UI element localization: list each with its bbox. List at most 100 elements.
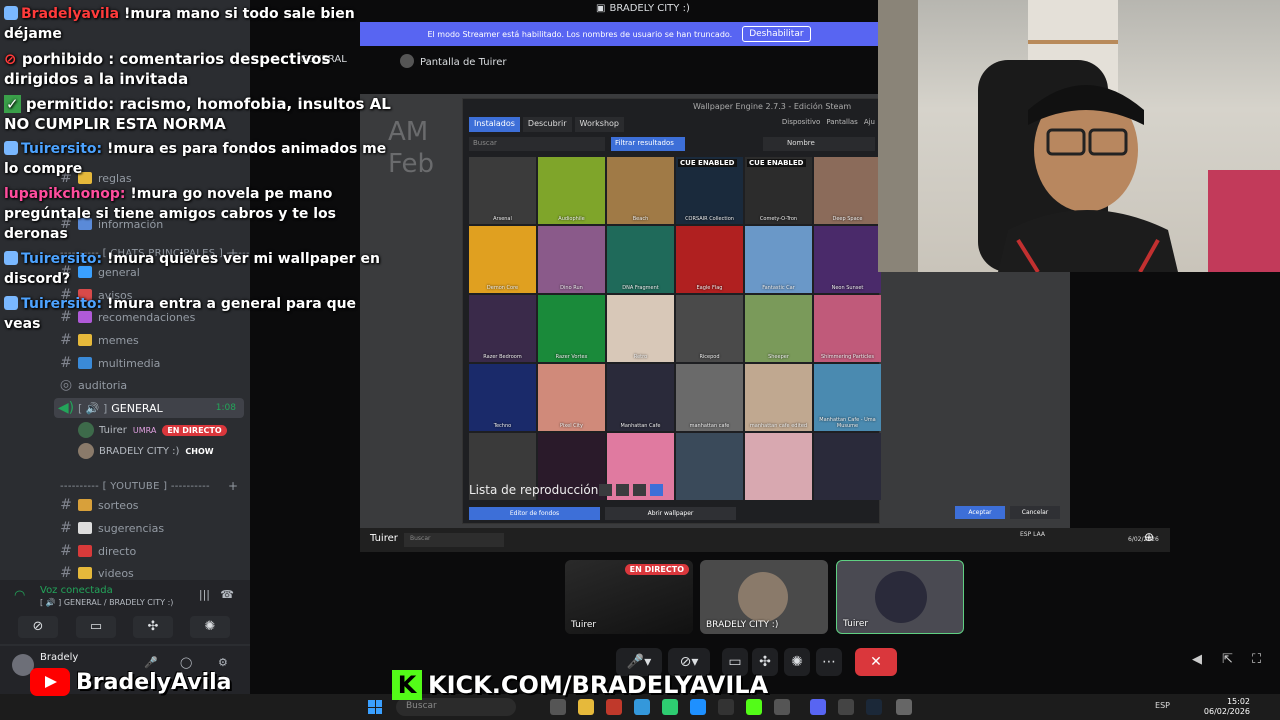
taskbar-search[interactable]: Buscar	[396, 698, 516, 716]
wallpaper-tile[interactable]: Razer Vortex	[538, 295, 605, 362]
wallpaper-tile[interactable]	[745, 433, 812, 500]
wallpaper-tile[interactable]: manhattan cafe	[676, 364, 743, 431]
windows-start-icon[interactable]	[368, 700, 382, 714]
folder-icon[interactable]	[599, 484, 612, 496]
popout-icon[interactable]: ⇱	[1222, 652, 1233, 667]
open-wallpaper-button[interactable]: Abrir wallpaper	[605, 507, 736, 520]
voice-user-bradely[interactable]: BRADELY CITY :) CHOW	[78, 442, 214, 460]
tab-dispositivo[interactable]: Dispositivo	[782, 118, 820, 126]
tab-ajustes[interactable]: Aju	[864, 118, 875, 126]
fullscreen-icon[interactable]: ⛶	[1252, 652, 1261, 667]
sort-select[interactable]: Nombre	[763, 137, 875, 151]
wallpaper-tile[interactable]: Neon Sunset	[814, 226, 881, 293]
editor-button[interactable]: Editor de fondos	[469, 507, 600, 520]
wallpaper-tile[interactable]: CUE ENABLED Comety-O-Tron	[745, 157, 812, 224]
soundboard-button[interactable]: ✺	[784, 648, 810, 676]
wallpaper-tile[interactable]: Arsenal	[469, 157, 536, 224]
bell-icon	[78, 567, 92, 579]
voice-user-tuirer[interactable]: Tuirer UMRA EN DIRECTO	[78, 421, 227, 439]
wallpaper-tile[interactable]: Beach	[607, 157, 674, 224]
chrome-icon[interactable]	[662, 699, 678, 715]
capcut-icon[interactable]	[718, 699, 734, 715]
opera-icon[interactable]	[606, 699, 622, 715]
wallpaper-tile-label: Demon Core	[486, 285, 519, 291]
wallpaper-tile[interactable]: manhattan cafe edited	[745, 364, 812, 431]
wallpaper-tile-label: Techno	[493, 423, 512, 429]
tab-pantallas[interactable]: Pantallas	[826, 118, 858, 126]
language-indicator[interactable]: ESP	[1155, 701, 1170, 710]
edge-icon[interactable]	[634, 699, 650, 715]
cancel-button[interactable]: Cancelar	[1010, 506, 1060, 519]
obs-icon[interactable]	[838, 699, 854, 715]
wallpaper-tile[interactable]: Ricepod	[676, 295, 743, 362]
plus-icon[interactable]: +	[228, 479, 238, 493]
wallpaper-tile-label: Pixel City	[560, 423, 583, 429]
disable-streamer-mode-button[interactable]: Deshabilitar	[742, 26, 811, 42]
video-tile-tuirer-avatar[interactable]: Tuirer	[836, 560, 964, 634]
camera-icon	[78, 357, 92, 369]
discord-icon[interactable]	[810, 699, 826, 715]
filter-results-button[interactable]: Filtrar resultados	[611, 137, 685, 151]
wallpaper-tile[interactable]: Sheeper	[745, 295, 812, 362]
wallpaper-tile[interactable]: Techno	[469, 364, 536, 431]
wallpaper-tile[interactable]	[814, 433, 881, 500]
kick-icon[interactable]	[746, 699, 762, 715]
app-icon[interactable]	[690, 699, 706, 715]
wallpaper-tile[interactable]: Deep Space	[814, 157, 881, 224]
disconnect-icon[interactable]: ☎	[220, 588, 234, 601]
chat-message: ⊘ porhibido : comentarios despectivos di…	[4, 50, 331, 88]
chat-message: Bradelyavila !mura mano si todo sale bie…	[4, 6, 355, 42]
wallpaper-tile[interactable]: Razer Bedroom	[469, 295, 536, 362]
channel-multimedia[interactable]: # multimedia	[54, 353, 244, 373]
channel-directo[interactable]: # directo	[54, 541, 244, 561]
file-explorer-icon[interactable]	[578, 699, 594, 715]
wallpaper-tile[interactable]: Audiophile	[538, 157, 605, 224]
wallpaper-tile[interactable]: Manhattan Cafe	[607, 364, 674, 431]
task-view-icon[interactable]	[550, 699, 566, 715]
wallpaper-tile[interactable]: Demon Core	[469, 226, 536, 293]
wallpaper-tile[interactable]: CUE ENABLED CORSAIR Collection	[676, 157, 743, 224]
volume-icon[interactable]: ◀	[1192, 652, 1202, 667]
leave-call-button[interactable]: ✕	[855, 648, 897, 676]
more-icon[interactable]: ⋯	[816, 648, 842, 676]
wallpaper-tile[interactable]: Fantastic Car	[745, 226, 812, 293]
wallpaper-tile[interactable]: DNA Fragment	[607, 226, 674, 293]
wallpaper-tile[interactable]	[676, 433, 743, 500]
voice-channel-general[interactable]: ◀)[ 🔊 ] GENERAL 1:08	[54, 398, 244, 418]
video-tile-bradely[interactable]: BRADELY CITY :)	[700, 560, 828, 634]
channel-sorteos[interactable]: # sorteos	[54, 495, 244, 515]
wallpaper-tile[interactable]: Shimmering Particles	[814, 295, 881, 362]
wallpaper-tile-label: CORSAIR Collection	[685, 216, 734, 222]
soundboard-icon[interactable]: |||	[199, 588, 210, 601]
settings-icon[interactable]	[633, 484, 646, 496]
steam-icon[interactable]	[866, 699, 882, 715]
channel-sugerencias[interactable]: # sugerencias	[54, 518, 244, 538]
cue-enabled-badge: CUE ENABLED	[747, 159, 806, 167]
wallpaper-tile[interactable]: Retro	[607, 295, 674, 362]
camera-off-button[interactable]: ⊘	[18, 616, 58, 638]
search-input[interactable]: Buscar	[469, 137, 605, 151]
video-tile-tuirer-stream[interactable]: EN DIRECTO Tuirer	[565, 560, 693, 634]
taskbar-clock[interactable]: 15:02 06/02/2026	[1204, 697, 1250, 717]
activities-button[interactable]: ✣	[133, 616, 173, 638]
save-icon[interactable]	[616, 484, 629, 496]
wallpaper-tile[interactable]: Dino Run	[538, 226, 605, 293]
desktop-clock-wallpaper: AM Feb	[388, 117, 435, 179]
add-icon[interactable]	[650, 484, 663, 496]
video-tile-name: BRADELY CITY :)	[706, 620, 779, 630]
screen-share-button[interactable]: ▭	[76, 616, 116, 638]
zoom-icon[interactable]: ⊕	[1144, 530, 1154, 544]
tab-workshop[interactable]: Workshop	[574, 117, 624, 132]
settings-icon[interactable]	[896, 699, 912, 715]
tab-instalados[interactable]: Instalados	[469, 117, 520, 132]
accept-button[interactable]: Aceptar	[955, 506, 1005, 519]
soundboard-button[interactable]: ✺	[190, 616, 230, 638]
wallpaper-tile[interactable]: Manhattan Cafe - Uma Musume	[814, 364, 881, 431]
channel-auditoria[interactable]: ◎ auditoria	[54, 375, 244, 395]
section-youtube[interactable]: ---------- [ YOUTUBE ] ----------	[60, 481, 210, 492]
wallpaper-tile[interactable]: Eagle Flag	[676, 226, 743, 293]
tab-descubrir[interactable]: Descubrir	[522, 117, 572, 132]
cue-enabled-badge: CUE ENABLED	[678, 159, 737, 167]
media-icon[interactable]	[774, 699, 790, 715]
wallpaper-tile[interactable]: Pixel City	[538, 364, 605, 431]
